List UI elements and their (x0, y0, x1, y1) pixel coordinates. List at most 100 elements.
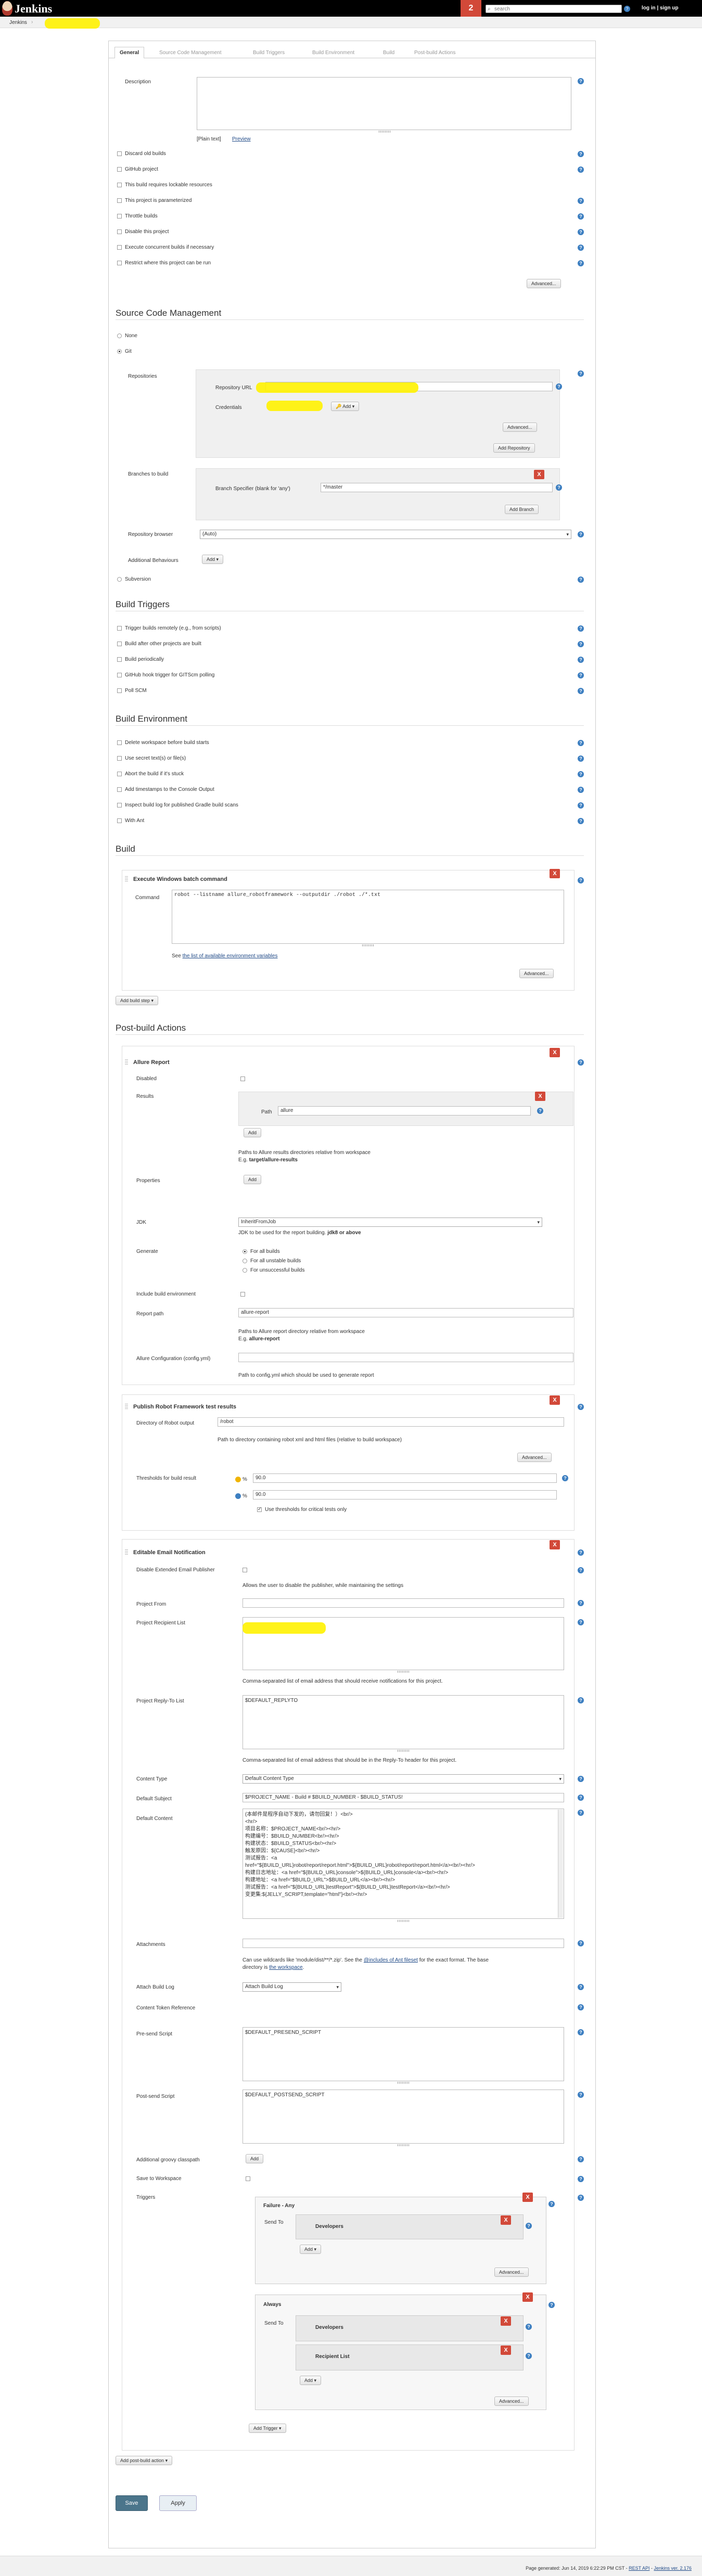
trigger-failure-add-button[interactable]: Add ▾ (300, 2245, 322, 2254)
reply-to-help-icon[interactable]: ? (578, 1697, 584, 1703)
allure-path-input[interactable]: allure (278, 1106, 531, 1116)
trigger-always-help-icon[interactable]: ? (548, 2302, 555, 2308)
content-resize-handle[interactable] (398, 1920, 409, 1922)
save-workspace-help-icon[interactable]: ? (578, 2176, 584, 2182)
allure-jdk-select[interactable]: InheritFromJob ▾ (238, 1217, 542, 1227)
trigger-after-help-icon[interactable]: ? (578, 641, 584, 647)
delete-always-recipient-2-button[interactable]: X (501, 2346, 511, 2355)
project-from-help-icon[interactable]: ? (578, 1600, 584, 1606)
command-resize-handle[interactable] (362, 944, 374, 946)
breadcrumb-jenkins[interactable]: Jenkins (9, 20, 27, 25)
postsend-resize-handle[interactable] (398, 2144, 409, 2146)
env-delete-workspace-option[interactable]: Delete workspace before build starts (117, 740, 377, 747)
delete-allure-button[interactable]: X (550, 1048, 560, 1057)
allure-include-env-checkbox[interactable] (240, 1291, 251, 1299)
attach-log-select[interactable]: Attach Build Log ▾ (242, 1982, 341, 1992)
groovy-classpath-add-button[interactable]: Add (246, 2154, 264, 2163)
generate-unsuccessful-radio[interactable]: For unsuccessful builds (242, 1267, 399, 1275)
tab-post-build-actions[interactable]: Post-build Actions (409, 47, 461, 58)
scm-subversion-radio[interactable]: Subversion (117, 576, 221, 584)
credentials-add-button[interactable]: 🔑 Add ▾ (331, 402, 360, 411)
command-textarea[interactable]: robot --listname allure_robotframework -… (172, 890, 564, 944)
trigger-after-projects-option[interactable]: Build after other projects are built (117, 641, 377, 648)
repo-browser-select[interactable]: (Auto) ▾ (200, 530, 571, 539)
login-link[interactable]: log in | sign up (642, 5, 679, 11)
delete-failure-recipient-button[interactable]: X (501, 2215, 511, 2225)
throttle-help-icon[interactable]: ? (578, 213, 584, 220)
default-subject-help-icon[interactable]: ? (578, 1795, 584, 1801)
add-post-build-action-button[interactable]: Add post-build action ▾ (116, 2456, 173, 2465)
generate-all-builds-radio[interactable]: For all builds (242, 1249, 399, 1256)
email-disable-checkbox[interactable] (242, 1567, 253, 1574)
env-with-ant-option[interactable]: With Ant (117, 818, 377, 825)
content-token-help-icon[interactable]: ? (578, 2004, 584, 2010)
attach-log-help-icon[interactable]: ? (578, 1984, 584, 1990)
always-recipient-1-help-icon[interactable]: ? (526, 2324, 532, 2330)
rest-api-link[interactable]: REST API (629, 2566, 649, 2571)
preview-link[interactable]: Preview (232, 136, 251, 142)
delete-allure-result-button[interactable]: X (535, 1092, 545, 1101)
repo-advanced-button[interactable]: Advanced... (503, 422, 537, 432)
disable-project-option[interactable]: Disable this project (117, 229, 377, 236)
reply-to-resize-handle[interactable] (398, 1750, 409, 1752)
content-type-help-icon[interactable]: ? (578, 1776, 584, 1782)
brand-title[interactable]: Jenkins (15, 2, 52, 16)
trigger-periodic-help-icon[interactable]: ? (578, 657, 584, 663)
env-gradle-help-icon[interactable]: ? (578, 802, 584, 809)
trigger-poll-scm-option[interactable]: Poll SCM (117, 688, 377, 695)
tab-build-environment[interactable]: Build Environment (307, 47, 360, 58)
content-type-select[interactable]: Default Content Type ▾ (242, 1774, 564, 1784)
env-vars-link[interactable]: the list of available environment variab… (183, 953, 278, 959)
env-ant-help-icon[interactable]: ? (578, 818, 584, 824)
recipient-resize-handle[interactable] (398, 1671, 409, 1673)
description-resize-handle[interactable] (379, 131, 390, 133)
github-help-icon[interactable]: ? (578, 166, 584, 173)
env-delete-help-icon[interactable]: ? (578, 740, 584, 746)
env-abort-help-icon[interactable]: ? (578, 771, 584, 777)
env-secret-help-icon[interactable]: ? (578, 755, 584, 762)
env-timestamps-option[interactable]: Add timestamps to the Console Output (117, 787, 377, 794)
workspace-link[interactable]: the workspace (269, 1965, 302, 1970)
scm-none-radio[interactable]: None (117, 333, 221, 340)
failure-recipient-help-icon[interactable]: ? (526, 2223, 532, 2229)
add-behaviour-button[interactable]: Add ▾ (202, 555, 224, 564)
save-button[interactable]: Save (116, 2495, 148, 2511)
delete-branch-button[interactable]: X (534, 470, 544, 479)
tab-general[interactable]: General (114, 47, 145, 58)
robot-help-icon[interactable]: ? (578, 1404, 584, 1410)
allure-results-add-button[interactable]: Add (244, 1128, 262, 1137)
add-trigger-button[interactable]: Add Trigger ▾ (249, 2424, 286, 2433)
jenkins-logo-icon[interactable] (2, 1, 12, 16)
threshold-pass-input[interactable]: 90.0 (253, 1490, 557, 1500)
jenkins-version-link[interactable]: Jenkins ver. 2.176 (654, 2566, 692, 2571)
threshold-unstable-input[interactable]: 90.0 (253, 1473, 557, 1483)
email-drag-handle[interactable] (125, 1549, 128, 1555)
presend-textarea[interactable]: $DEFAULT_PRESEND_SCRIPT (242, 2027, 564, 2081)
default-content-help-icon[interactable]: ? (578, 1810, 584, 1816)
delete-trigger-failure-button[interactable]: X (522, 2193, 533, 2202)
discard-old-builds-option[interactable]: Discard old builds (117, 151, 377, 158)
postsend-help-icon[interactable]: ? (578, 2092, 584, 2098)
repo-url-help-icon[interactable]: ? (556, 383, 562, 390)
restrict-node-option[interactable]: Restrict where this project can be run (117, 260, 377, 267)
threshold-help-icon[interactable]: ? (562, 1475, 568, 1481)
concurrent-help-icon[interactable]: ? (578, 245, 584, 251)
trigger-github-help-icon[interactable]: ? (578, 672, 584, 678)
trigger-poll-help-icon[interactable]: ? (578, 688, 584, 694)
allure-properties-add-button[interactable]: Add (244, 1175, 262, 1184)
trigger-always-add-button[interactable]: Add ▾ (300, 2376, 322, 2385)
recipient-help-icon[interactable]: ? (578, 1619, 584, 1625)
batch-step-help-icon[interactable]: ? (578, 877, 584, 883)
allure-disabled-checkbox[interactable] (240, 1076, 251, 1083)
lockable-resources-option[interactable]: This build requires lockable resources (117, 182, 377, 189)
parameterized-option[interactable]: This project is parameterized (117, 198, 377, 205)
restrict-help-icon[interactable]: ? (578, 260, 584, 266)
allure-path-help-icon[interactable]: ? (537, 1108, 543, 1114)
description-help-icon[interactable]: ? (578, 78, 584, 84)
allure-report-path-input[interactable]: allure-report (238, 1308, 573, 1317)
presend-resize-handle[interactable] (398, 2082, 409, 2084)
general-advanced-button[interactable]: Advanced... (527, 279, 561, 288)
throttle-builds-option[interactable]: Throttle builds (117, 213, 377, 221)
postsend-textarea[interactable]: $DEFAULT_POSTSEND_SCRIPT (242, 2090, 564, 2144)
repo-browser-help-icon[interactable]: ? (578, 531, 584, 537)
